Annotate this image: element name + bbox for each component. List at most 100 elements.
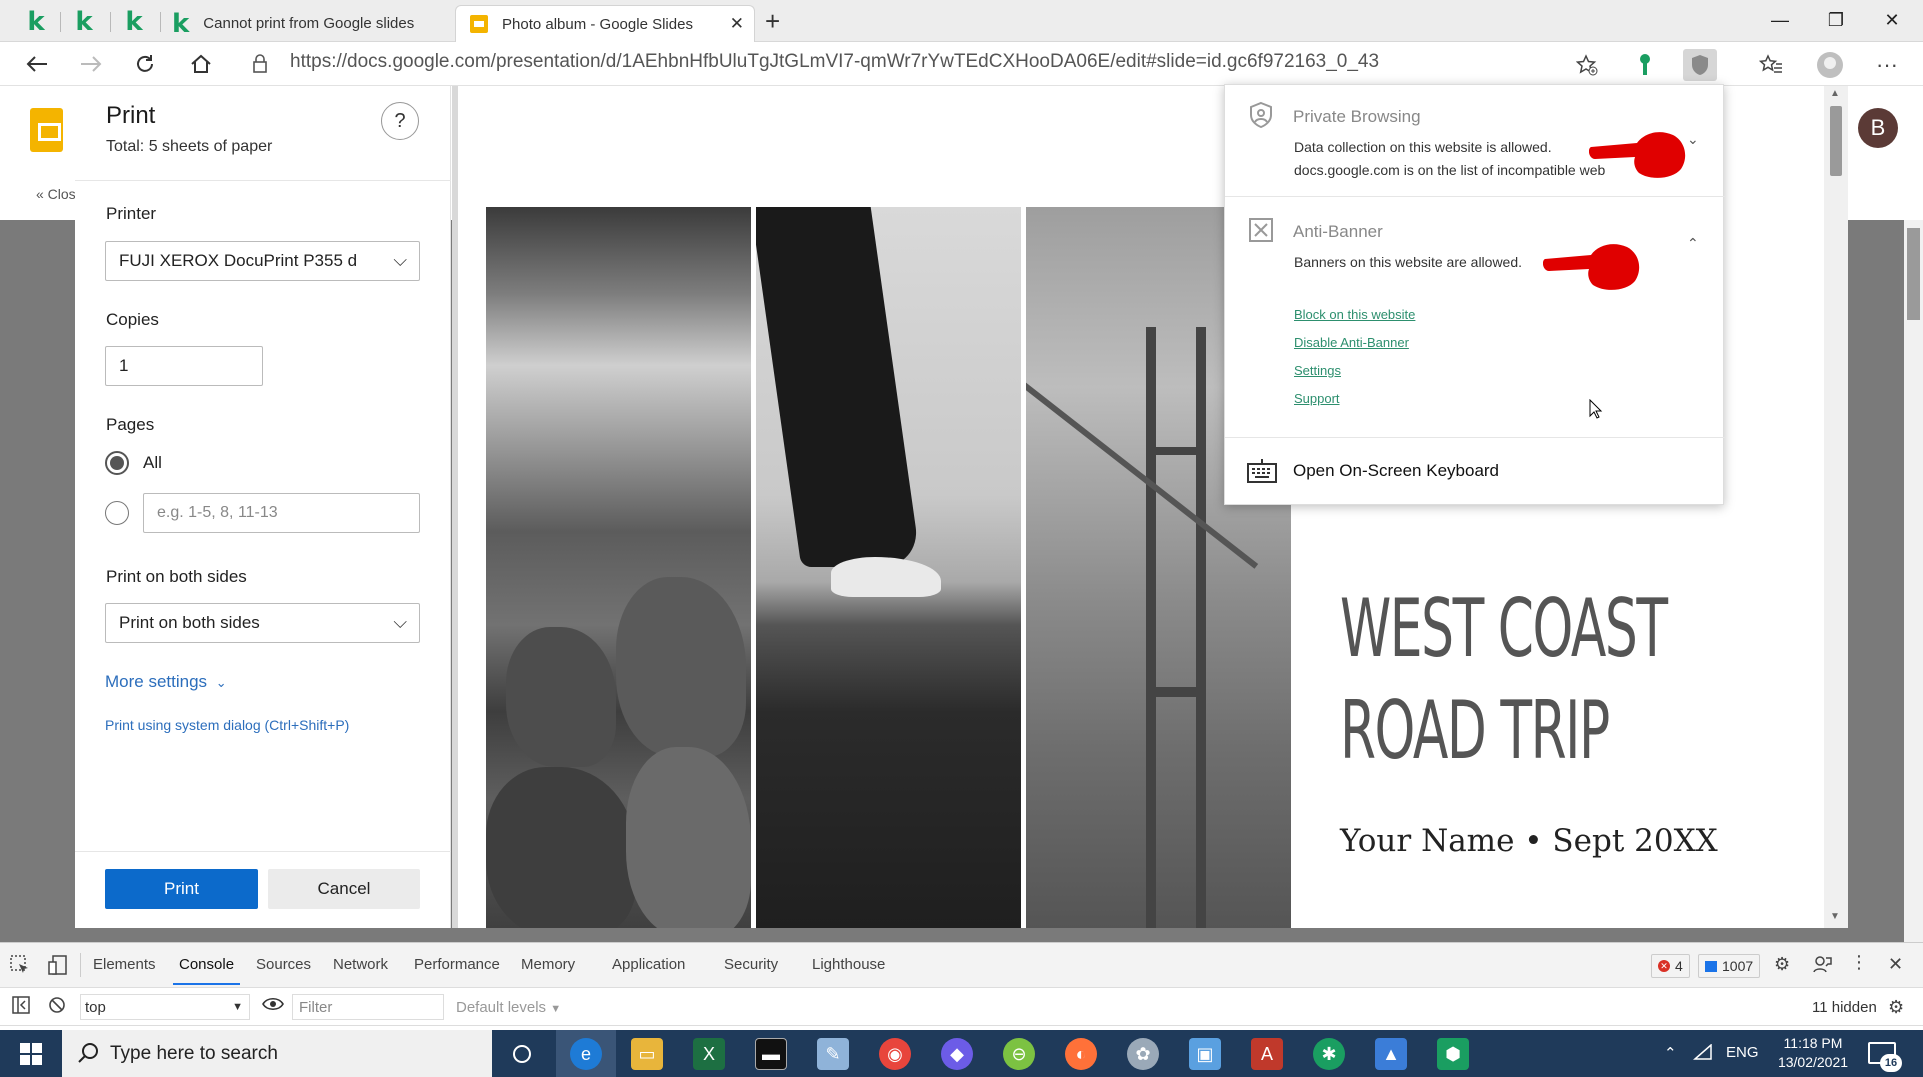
tab-kaspersky-1[interactable]: k	[12, 6, 60, 38]
page-scrollbar[interactable]	[1904, 220, 1923, 942]
file-explorer-icon[interactable]: ▭	[631, 1038, 663, 1070]
excel-icon[interactable]: X	[693, 1038, 725, 1070]
url-field[interactable]: https://docs.google.com/presentation/d/1…	[290, 51, 1640, 77]
live-expression-eye-icon[interactable]	[262, 995, 284, 1018]
preview-scrollbar-thumb[interactable]	[1830, 106, 1842, 176]
block-on-website-link[interactable]: Block on this website	[1294, 307, 1415, 322]
close-link[interactable]: « Clos	[36, 186, 76, 202]
forward-button[interactable]	[74, 48, 108, 80]
refresh-button[interactable]	[128, 48, 162, 80]
chevron-up-icon[interactable]: ⌃	[1687, 235, 1699, 252]
sidebar-toggle-icon[interactable]	[12, 996, 30, 1019]
green-app-icon[interactable]: ⊖	[1003, 1038, 1035, 1070]
kaspersky-extension-button[interactable]	[1683, 49, 1717, 81]
printer-select[interactable]: FUJI XEROX DocuPrint P355 d ⌵	[105, 241, 420, 281]
kaspersky-taskbar-icon[interactable]: ⬢	[1437, 1038, 1469, 1070]
address-bar: https://docs.google.com/presentation/d/1…	[0, 42, 1923, 86]
devtools-tab-memory[interactable]: Memory	[521, 956, 575, 973]
start-button[interactable]	[0, 1030, 62, 1077]
preview-scrollbar[interactable]: ▲ ▼	[1824, 86, 1848, 928]
task-view-icon[interactable]	[506, 1038, 538, 1070]
notes-app-icon[interactable]: ✎	[817, 1038, 849, 1070]
copies-input[interactable]: 1	[105, 346, 263, 386]
photos-app-icon[interactable]: ▲	[1375, 1038, 1407, 1070]
pages-all-radio[interactable]	[105, 451, 129, 475]
edge-browser-icon[interactable]: e	[570, 1038, 602, 1070]
more-options-icon[interactable]: ⋮	[1850, 952, 1868, 973]
chrome-icon[interactable]: ◉	[879, 1038, 911, 1070]
back-button[interactable]	[20, 48, 54, 80]
console-filter-input[interactable]: Filter	[292, 994, 444, 1020]
private-browsing-title: Private Browsing	[1293, 107, 1421, 126]
on-screen-keyboard-link[interactable]: Open On-Screen Keyboard	[1293, 461, 1499, 481]
google-slides-logo-icon[interactable]	[30, 108, 63, 152]
account-avatar[interactable]: B	[1858, 108, 1898, 148]
log-levels-dropdown[interactable]: Default levels ▼	[456, 999, 561, 1016]
remote-desktop-icon[interactable]: ▣	[1189, 1038, 1221, 1070]
lock-icon[interactable]	[252, 54, 268, 74]
error-count-badge[interactable]: ✕ 4	[1651, 954, 1690, 978]
minimize-button[interactable]: —	[1762, 5, 1798, 35]
kaspersky-popup: Private Browsing Data collection on this…	[1224, 84, 1725, 505]
disable-anti-banner-link[interactable]: Disable Anti-Banner	[1294, 335, 1409, 350]
wifi-icon[interactable]	[1693, 1043, 1713, 1064]
scroll-up-icon[interactable]: ▲	[1830, 88, 1840, 99]
taskbar-search[interactable]: Type here to search	[62, 1030, 492, 1077]
scroll-down-icon[interactable]: ▼	[1830, 911, 1840, 922]
pages-range-input[interactable]: e.g. 1-5, 8, 11-13	[143, 493, 420, 533]
language-indicator[interactable]: ENG	[1726, 1044, 1759, 1061]
tab-cannot-print[interactable]: k Cannot print from Google slides	[160, 5, 450, 42]
message-count-badge[interactable]: 1007	[1698, 954, 1761, 978]
favorites-button[interactable]	[1754, 49, 1788, 81]
devtools-tab-performance[interactable]: Performance	[414, 956, 500, 973]
add-favorite-button[interactable]	[1570, 49, 1604, 81]
settings-link[interactable]: Settings	[1294, 363, 1341, 378]
console-settings-icon[interactable]: ⚙	[1888, 997, 1904, 1018]
firefox-icon[interactable]: ◐	[1065, 1038, 1097, 1070]
terminal-icon[interactable]: ▬	[755, 1038, 787, 1070]
home-button[interactable]	[184, 48, 218, 80]
duplex-select[interactable]: Print on both sides ⌵	[105, 603, 420, 643]
green-key-icon	[1640, 54, 1650, 75]
color-picker-app-icon[interactable]: ◆	[941, 1038, 973, 1070]
clock[interactable]: 11:18 PM 13/02/2021	[1768, 1034, 1858, 1072]
tab-kaspersky-2[interactable]: k	[60, 6, 108, 38]
network-app-icon[interactable]: ✱	[1313, 1038, 1345, 1070]
devtools-tab-security[interactable]: Security	[724, 956, 778, 973]
clear-console-icon[interactable]	[48, 996, 66, 1019]
devtools-tab-sources[interactable]: Sources	[256, 956, 311, 973]
page-scrollbar-thumb[interactable]	[1907, 228, 1920, 320]
pages-range-radio[interactable]	[105, 501, 129, 525]
extension-key-button[interactable]	[1628, 49, 1662, 81]
system-dialog-link[interactable]: Print using system dialog (Ctrl+Shift+P)	[105, 717, 349, 733]
devtools-tab-console[interactable]: Console	[172, 956, 241, 985]
devtools-tab-application[interactable]: Application	[612, 956, 685, 973]
device-toolbar-icon[interactable]	[48, 955, 68, 980]
restore-button[interactable]: ❐	[1818, 5, 1854, 35]
tab-close-icon[interactable]: ✕	[730, 14, 744, 34]
support-link[interactable]: Support	[1294, 391, 1340, 406]
profile-button[interactable]	[1813, 49, 1847, 81]
settings-more-button[interactable]: ···	[1870, 49, 1904, 81]
feedback-icon[interactable]	[1812, 954, 1832, 979]
devtools-tab-lighthouse[interactable]: Lighthouse	[812, 956, 885, 973]
dropdown-arrow-icon: ▼	[232, 1001, 243, 1013]
context-select[interactable]: top ▼	[80, 994, 250, 1020]
tab-kaspersky-3[interactable]: k	[110, 6, 158, 38]
print-button[interactable]: Print	[105, 869, 258, 909]
window-close-button[interactable]: ✕	[1874, 5, 1910, 35]
tab-photo-album[interactable]: Photo album - Google Slides ✕	[455, 5, 755, 42]
new-tab-button[interactable]: +	[765, 6, 780, 36]
paint-app-icon[interactable]: ✿	[1127, 1038, 1159, 1070]
arrow-left-icon	[26, 56, 47, 72]
more-settings-link[interactable]: More settings ⌄	[105, 672, 227, 692]
acrobat-icon[interactable]: A	[1251, 1038, 1283, 1070]
devtools-tab-network[interactable]: Network	[333, 956, 388, 973]
help-button[interactable]: ?	[381, 102, 419, 140]
close-devtools-icon[interactable]: ✕	[1888, 954, 1903, 975]
show-hidden-icons[interactable]: ⌃	[1664, 1044, 1677, 1062]
devtools-tab-elements[interactable]: Elements	[93, 956, 156, 973]
inspect-element-icon[interactable]	[10, 955, 30, 980]
cancel-button[interactable]: Cancel	[268, 869, 420, 909]
devtools-settings-icon[interactable]: ⚙	[1774, 954, 1790, 975]
